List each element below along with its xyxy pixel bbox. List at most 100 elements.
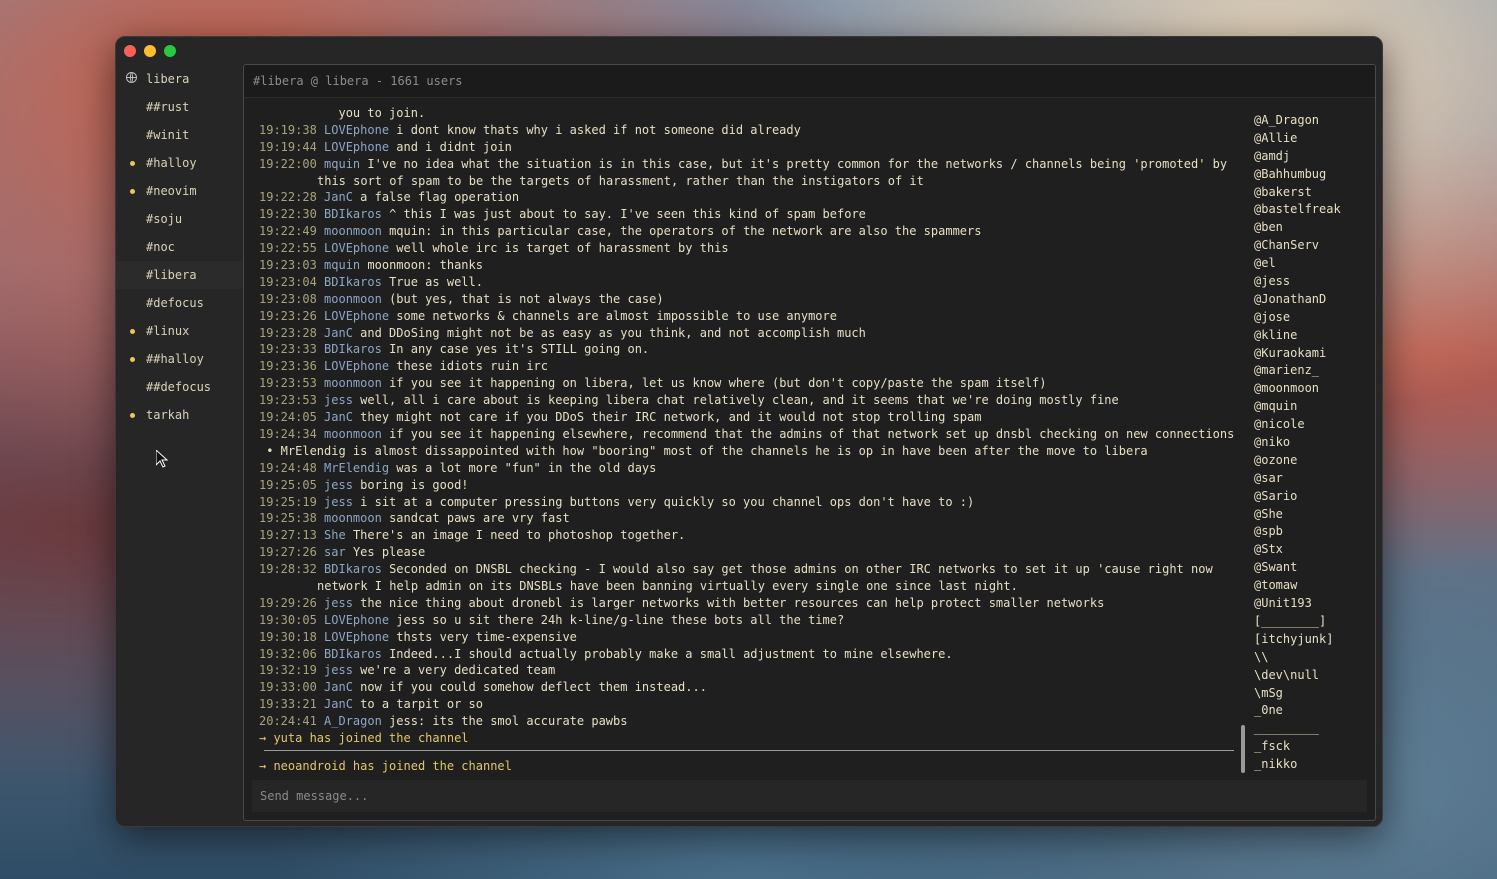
user-list-item[interactable]: @Sario — [1254, 488, 1354, 506]
sidebar-item-channel[interactable]: #noc — [116, 233, 242, 261]
message-text: well, all i care about is keeping libera… — [360, 393, 1119, 408]
message-timestamp: 19:22:30 — [259, 207, 325, 222]
user-list-item[interactable]: @Bahhumbug — [1254, 166, 1354, 184]
sidebar-item-channel[interactable]: ##rust — [116, 93, 242, 121]
message-input[interactable] — [252, 780, 1367, 812]
user-list-item[interactable]: @kline — [1254, 327, 1354, 345]
user-list-item[interactable]: @el — [1254, 255, 1354, 273]
minimize-button[interactable] — [144, 45, 156, 57]
sidebar-item-channel[interactable]: #linux — [116, 317, 242, 345]
message-nick[interactable]: moonmoon — [324, 511, 389, 525]
user-list-item[interactable]: @bakerst — [1254, 184, 1354, 202]
message-row: 19:24:48 MrElendig was a lot more "fun" … — [259, 460, 1239, 477]
message-nick[interactable]: BDIkaros — [324, 275, 389, 289]
message-nick[interactable]: BDIkaros — [324, 562, 389, 576]
user-list-item[interactable]: @She — [1254, 506, 1354, 524]
message-nick[interactable]: LOVEphone — [324, 309, 396, 323]
user-list-item[interactable]: @nicole — [1254, 416, 1354, 434]
message-nick[interactable]: BDIkaros — [324, 342, 389, 356]
user-list-item[interactable]: \mSg — [1254, 685, 1354, 703]
user-list-item[interactable]: @Unit193 — [1254, 595, 1354, 613]
message-nick[interactable]: mquin — [324, 258, 367, 272]
sidebar-item-channel[interactable]: ##defocus — [116, 373, 242, 401]
message-timestamp: 19:33:21 — [259, 697, 325, 712]
sidebar-item-channel[interactable]: #winit — [116, 121, 242, 149]
message-timestamp: 19:27:13 — [259, 528, 325, 543]
sidebar-item-channel[interactable]: ##halloy — [116, 345, 242, 373]
sidebar-item-channel[interactable]: #neovim — [116, 177, 242, 205]
message-nick[interactable]: moonmoon — [324, 427, 389, 441]
user-list-item[interactable]: [itchyjunk] — [1254, 631, 1354, 649]
user-list-item[interactable]: @Stx — [1254, 541, 1354, 559]
user-list-item[interactable]: @niko — [1254, 434, 1354, 452]
message-nick[interactable]: jess — [324, 495, 360, 509]
user-list-item[interactable]: @Kuraokami — [1254, 345, 1354, 363]
message-row: 19:19:44 LOVEphone and i didnt join — [259, 139, 1239, 156]
user-list-item[interactable]: @jess — [1254, 273, 1354, 291]
user-list-item[interactable]: \\ — [1254, 649, 1354, 667]
message-nick[interactable]: LOVEphone — [324, 123, 396, 137]
message-nick[interactable]: LOVEphone — [324, 359, 396, 373]
user-list-item[interactable]: _0ne — [1254, 702, 1354, 720]
user-list-item[interactable]: _________ — [1254, 720, 1354, 738]
sidebar-item-channel[interactable]: tarkah — [116, 401, 242, 429]
sidebar-item-channel[interactable]: #halloy — [116, 149, 242, 177]
message-nick[interactable]: BDIkaros — [324, 207, 389, 221]
message-nick[interactable]: A_Dragon — [324, 714, 389, 728]
user-list-item[interactable]: @tomaw — [1254, 577, 1354, 595]
message-nick[interactable]: JanC — [324, 326, 360, 340]
message-nick[interactable]: BDIkaros — [324, 647, 389, 661]
user-list-item[interactable]: @moonmoon — [1254, 380, 1354, 398]
message-nick[interactable]: JanC — [324, 410, 360, 424]
user-list-item[interactable]: @mquin — [1254, 398, 1354, 416]
sidebar-item-server[interactable]: libera — [116, 65, 242, 93]
message-nick[interactable]: jess — [324, 478, 360, 492]
message-nick[interactable]: sar — [324, 545, 353, 559]
user-list-item[interactable]: @jose — [1254, 309, 1354, 327]
message-nick[interactable]: jess — [324, 393, 360, 407]
unread-dot-icon — [130, 413, 135, 418]
close-button[interactable] — [124, 45, 136, 57]
user-list-item[interactable]: @A_Dragon — [1254, 112, 1354, 130]
message-nick[interactable]: mquin — [324, 157, 367, 171]
message-timestamp: 19:29:26 — [259, 595, 325, 610]
user-list-item[interactable]: @spb — [1254, 523, 1354, 541]
message-nick[interactable]: She — [324, 528, 353, 542]
scrollbar[interactable] — [1241, 725, 1245, 773]
user-list-item[interactable]: [________] — [1254, 613, 1354, 631]
user-list-item[interactable]: @ben — [1254, 219, 1354, 237]
message-nick[interactable]: JanC — [324, 680, 360, 694]
sidebar-item-channel[interactable]: #defocus — [116, 289, 242, 317]
message-timestamp: 19:23:53 — [259, 393, 325, 408]
message-nick[interactable]: moonmoon — [324, 376, 389, 390]
sidebar-item-channel[interactable]: #soju — [116, 205, 242, 233]
message-nick[interactable]: JanC — [324, 697, 360, 711]
user-list-item[interactable]: @sar — [1254, 470, 1354, 488]
message-nick[interactable]: jess — [324, 596, 360, 610]
user-list-item[interactable]: @ChanServ — [1254, 237, 1354, 255]
user-list-item[interactable]: _nikko — [1254, 756, 1354, 774]
user-list-item[interactable]: \dev\null — [1254, 667, 1354, 685]
message-text: the nice thing about dronebl is larger n… — [360, 595, 1105, 610]
message-nick[interactable]: jess — [324, 663, 360, 677]
message-nick[interactable]: LOVEphone — [324, 241, 396, 255]
user-list-item[interactable]: @Swant — [1254, 559, 1354, 577]
message-nick[interactable]: moonmoon — [324, 292, 389, 306]
message-text: now if you could somehow deflect them in… — [360, 680, 707, 695]
sidebar-item-channel[interactable]: #libera — [116, 261, 242, 289]
sidebar-channel-label: #halloy — [146, 156, 197, 170]
maximize-button[interactable] — [164, 45, 176, 57]
user-list-item[interactable]: _fsck — [1254, 738, 1354, 756]
message-nick[interactable]: LOVEphone — [324, 140, 396, 154]
message-nick[interactable]: LOVEphone — [324, 630, 396, 644]
user-list-item[interactable]: @bastelfreak — [1254, 201, 1354, 219]
message-nick[interactable]: moonmoon — [324, 224, 389, 238]
message-nick[interactable]: JanC — [324, 190, 360, 204]
user-list-item[interactable]: @JonathanD — [1254, 291, 1354, 309]
user-list-item[interactable]: @ozone — [1254, 452, 1354, 470]
user-list-item[interactable]: @marienz_ — [1254, 362, 1354, 380]
user-list-item[interactable]: @amdj — [1254, 148, 1354, 166]
message-nick[interactable]: MrElendig — [324, 461, 396, 475]
message-nick[interactable]: LOVEphone — [324, 613, 396, 627]
user-list-item[interactable]: @Allie — [1254, 130, 1354, 148]
